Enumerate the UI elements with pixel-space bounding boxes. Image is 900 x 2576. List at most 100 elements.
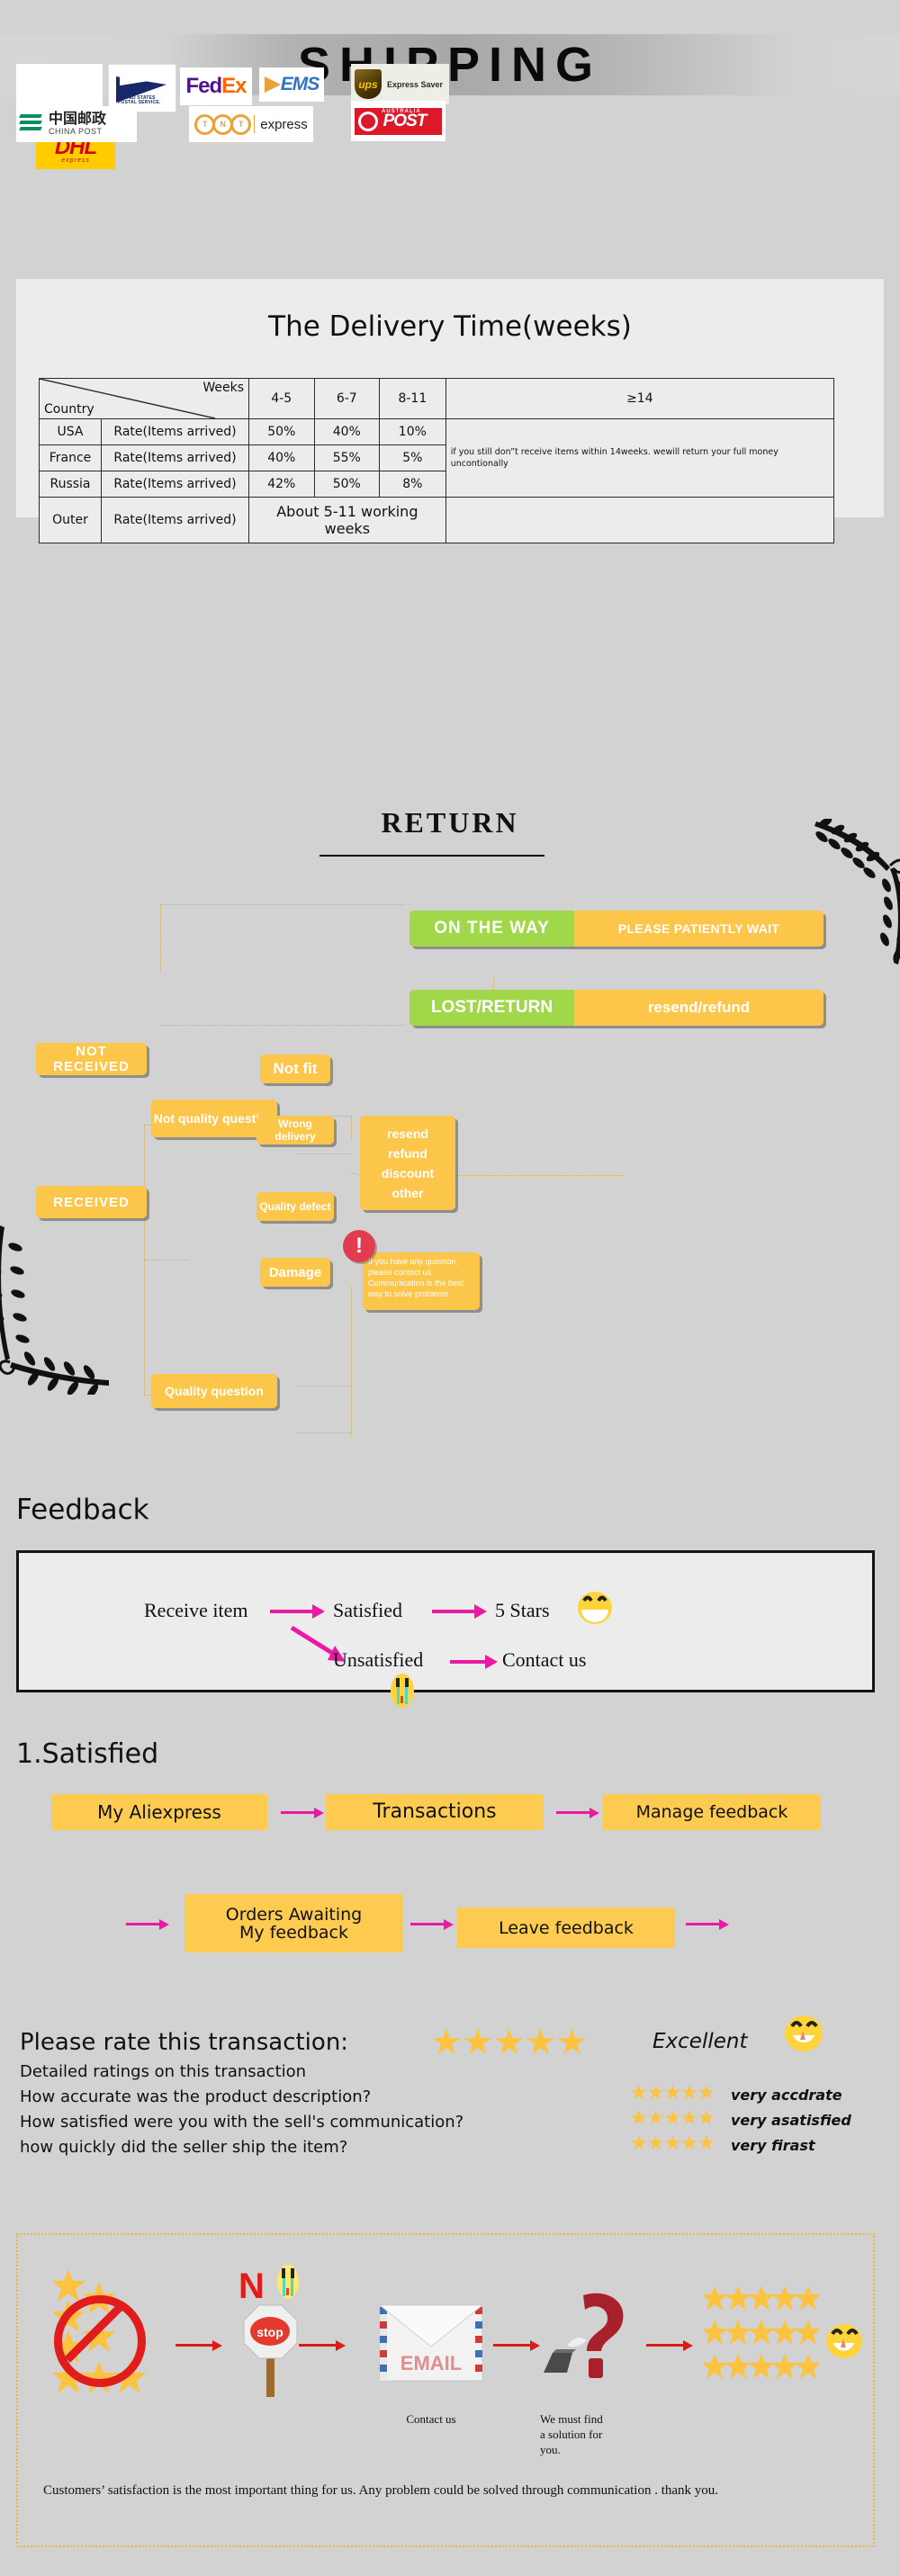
china-post-mark-icon <box>19 112 43 136</box>
carrier-logo-australia-post: AUSTRALIA POST <box>351 101 446 141</box>
flow-box-quality-defect: Quality defect <box>256 1192 334 1221</box>
cell-usa-8-11: 10% <box>379 418 446 445</box>
feedback-five-stars: 5 Stars <box>495 1599 550 1621</box>
must-find-line1: We must find <box>540 2412 603 2426</box>
week-header-2: 8-11 <box>379 378 446 419</box>
arrow-email-to-solution <box>493 2339 540 2351</box>
on-the-way-label: ON THE WAY <box>410 911 574 947</box>
vine-ornament-bottom-left-icon <box>0 1225 109 1395</box>
orders-awaiting-line2: My feedback <box>239 1922 348 1943</box>
rating-stars-0: ★★★★★ <box>630 2081 716 2104</box>
cell-usa-4-5: 50% <box>248 418 315 445</box>
excellent-happy-face-icon <box>785 2015 823 2051</box>
bottom-contact-us-label: Contact us <box>406 2412 456 2426</box>
china-post-cn-label: 中国邮政 <box>49 112 107 127</box>
bottom-must-find-label: We must find a solution for you. <box>540 2411 666 2457</box>
dhl-sub-label: express <box>61 157 90 164</box>
australia-post-wordmark: POST <box>382 111 428 130</box>
arrow-solution-to-goodstars <box>646 2339 693 2351</box>
row-country-usa: USA <box>39 418 102 445</box>
bottom-happy-face-icon <box>826 2324 862 2358</box>
week-header-0: 4-5 <box>248 378 315 419</box>
please-wait-label: PLEASE PATIENTLY WAIT <box>574 911 824 947</box>
cell-usa-6-7: 40% <box>313 418 380 445</box>
carrier-logo-fedex: Fed Ex <box>180 67 252 105</box>
connector-notreceived-v <box>160 904 161 972</box>
feedback-contact-us: Contact us <box>502 1648 587 1671</box>
carrier-logo-usps: UNITED STATES POSTAL SERVICE. <box>108 64 176 112</box>
rating-stars-2: ★★★★★ <box>630 2132 716 2154</box>
row-country-russia: Russia <box>39 471 102 498</box>
infographic-page: SHIPPING DHL express UNITED STATES POSTA… <box>0 0 900 2576</box>
delivery-note-cell: if you still don”t receive items within … <box>445 418 835 498</box>
ups-service-label: Express Saver <box>387 79 444 89</box>
row-country-france: France <box>39 444 102 471</box>
connector-notreceived-ontheway-h <box>160 904 405 905</box>
alert-exclamation-icon: ! <box>343 1230 375 1262</box>
crying-face-small-icon <box>277 2265 299 2299</box>
outcome-refund: refund <box>388 1145 428 1161</box>
return-title-rule <box>320 855 544 857</box>
arrow-transactions-to-manage <box>556 1807 599 1818</box>
email-label-text: EMAIL <box>400 2352 462 2374</box>
china-post-en-label: CHINA POST <box>49 127 103 136</box>
usps-eagle-icon: UNITED STATES POSTAL SERVICE. <box>116 68 168 105</box>
row-rate-label-france: Rate(Items arrived) <box>101 444 249 471</box>
arrow-aliexpress-to-transactions <box>281 1807 324 1818</box>
happy-face-icon <box>578 1592 612 1624</box>
rating-detail-heading: Detailed ratings on this transaction <box>20 2062 307 2081</box>
rating-question-1: How satisfied were you with the sell's c… <box>20 2113 464 2132</box>
flow-box-lost-return: LOST/RETURN resend/refund <box>410 990 824 1026</box>
flow-box-damage: Damage <box>260 1258 330 1287</box>
arrow-stop-to-email <box>299 2339 346 2351</box>
rating-verdict-2: very firast <box>731 2137 815 2154</box>
connector-notfit-v <box>351 1116 352 1141</box>
arrow-unsatisfied-to-contact <box>450 1655 498 1669</box>
prohibition-sign-icon <box>54 2295 146 2387</box>
rating-overall-word: Excellent <box>652 2030 748 2053</box>
cell-france-4-5: 40% <box>248 444 315 471</box>
step-leave-feedback: Leave feedback <box>457 1907 675 1948</box>
delivery-time-title: The Delivery Time(weeks) <box>268 310 632 343</box>
must-find-line3: you. <box>540 2443 561 2456</box>
rating-verdict-1: very asatisfied <box>731 2112 851 2129</box>
connector-right-column-v <box>351 1287 352 1435</box>
rating-stars-1: ★★★★★ <box>630 2106 716 2129</box>
arrow-into-orders-awaiting <box>126 1918 169 1930</box>
connector-received-stub-h <box>144 1260 189 1261</box>
step-transactions: Transactions <box>326 1794 544 1830</box>
australia-post-circle-icon <box>358 111 378 131</box>
table-row: USA Rate(Items arrived) 50% 40% 10% if y… <box>39 418 835 498</box>
usps-text: UNITED STATES POSTAL SERVICE. <box>118 95 161 105</box>
rating-verdict-0: very accdrate <box>731 2087 842 2104</box>
return-section-title: RETURN <box>381 806 519 839</box>
arrow-receive-to-satisfied <box>270 1604 325 1619</box>
step-manage-feedback: Manage feedback <box>603 1794 821 1830</box>
feedback-satisfied: Satisfied <box>333 1599 402 1621</box>
good-rating-star-cluster <box>704 2285 819 2379</box>
delivery-time-table: Weeks Country 4-5 6-7 8-11 ≥14 USA Rate(… <box>39 378 835 543</box>
corner-country-label: Country <box>44 402 94 417</box>
table-header-row: Weeks Country 4-5 6-7 8-11 ≥14 <box>39 378 835 419</box>
flow-box-not-fit: Not fit <box>260 1055 330 1083</box>
flow-box-wrong-delivery: Wrong delivery <box>256 1116 334 1144</box>
row-rate-label-usa: Rate(Items arrived) <box>101 418 249 445</box>
must-find-line2: a solution for <box>540 2428 603 2441</box>
cell-outer-blank <box>445 497 835 543</box>
fedex-fed-text: Fed <box>185 74 222 98</box>
rating-question-2: how quickly did the seller ship the item… <box>20 2138 348 2157</box>
arrow-orders-to-leave <box>410 1918 454 1930</box>
cell-france-6-7: 55% <box>313 444 380 471</box>
flow-box-not-received: NOT RECEIVED <box>36 1043 147 1075</box>
outcome-discount: discount <box>381 1165 435 1180</box>
ups-shield-text: ups <box>358 77 378 91</box>
stop-sign-icon: stop <box>243 2304 298 2397</box>
cell-outer-span: About 5-11 working weeks <box>248 497 446 543</box>
carrier-logo-tnt: T N T express <box>189 106 313 142</box>
outcome-other: other <box>392 1185 424 1200</box>
rating-prompt: Please rate this transaction: <box>20 2029 349 2056</box>
week-header-3: ≥14 <box>445 378 835 419</box>
row-country-outer: Outer <box>39 497 102 543</box>
connector-notreceived-lostreturn-h <box>160 1025 405 1026</box>
connector-quality-defect-h <box>297 1386 351 1387</box>
